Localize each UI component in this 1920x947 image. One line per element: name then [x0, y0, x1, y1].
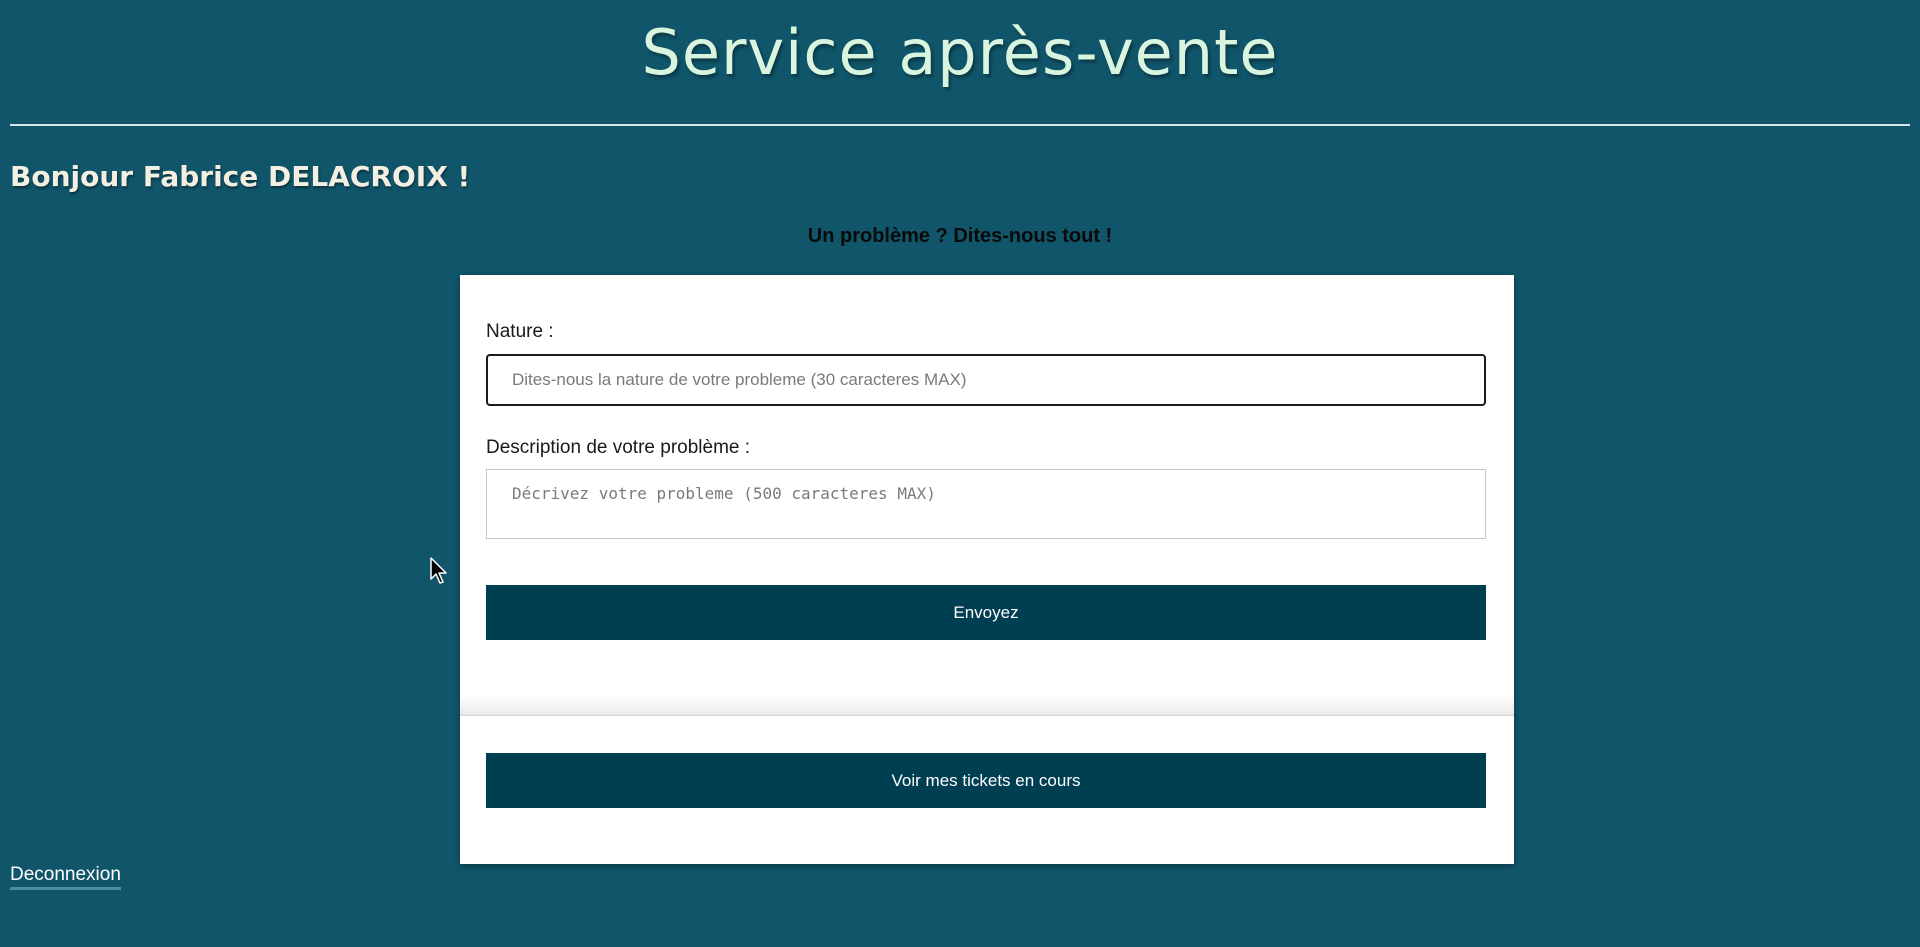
logout-link[interactable]: Deconnexion — [10, 864, 121, 890]
description-label: Description de votre problème : — [486, 437, 751, 458]
support-form-card: Nature : Description de votre problème :… — [460, 275, 1514, 864]
nature-input[interactable] — [486, 354, 1486, 406]
nature-label: Nature : — [486, 321, 554, 342]
user-greeting: Bonjour Fabrice DELACROIX ! — [10, 160, 471, 193]
header-divider — [10, 124, 1910, 126]
card-section-divider — [460, 695, 1514, 716]
form-subtitle: Un problème ? Dites-nous tout ! — [807, 225, 1113, 247]
page-title: Service après-vente — [641, 16, 1279, 89]
submit-button[interactable]: Envoyez — [486, 585, 1486, 640]
page: Service après-vente Bonjour Fabrice DELA… — [0, 0, 1920, 947]
description-textarea[interactable] — [486, 469, 1486, 539]
view-tickets-button[interactable]: Voir mes tickets en cours — [486, 753, 1486, 808]
mouse-pointer-icon — [430, 557, 447, 584]
